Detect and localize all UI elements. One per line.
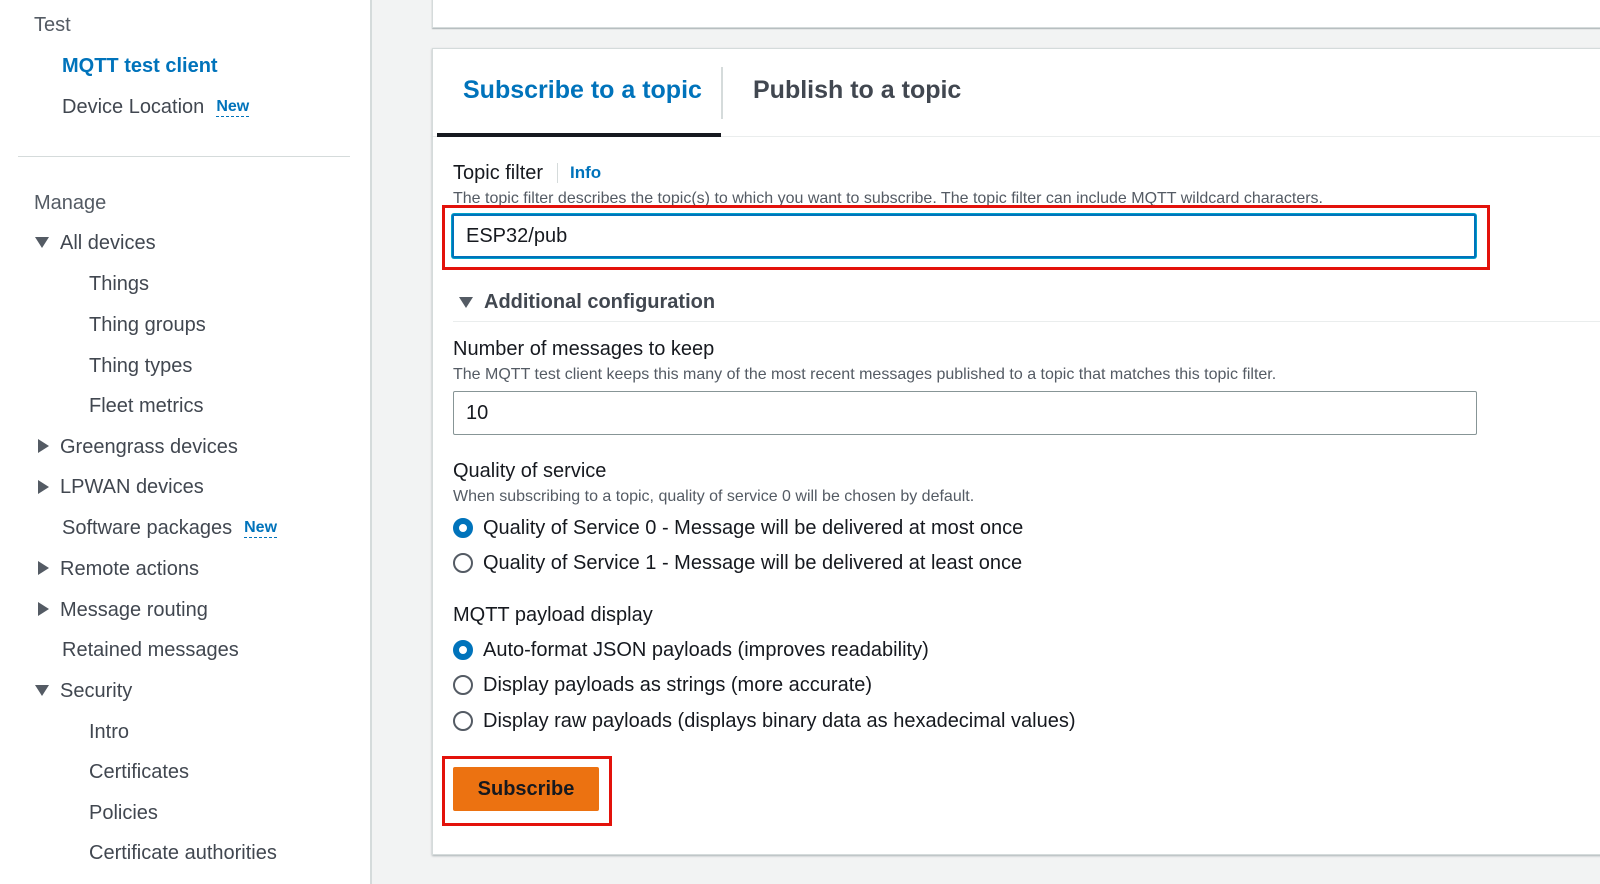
messages-to-keep-description: The MQTT test client keeps this many of …	[453, 366, 1277, 383]
sidebar-item-fleet-metrics[interactable]: Fleet metrics	[89, 394, 203, 418]
new-badge: New	[216, 98, 250, 117]
caret-right-icon[interactable]	[38, 439, 49, 453]
payload-option-json-label: Auto-format JSON payloads (improves read…	[483, 639, 929, 661]
sidebar-item-certificates[interactable]: Certificates	[89, 760, 189, 784]
sidebar-item-things[interactable]: Things	[89, 272, 149, 296]
previous-panel	[432, 0, 1600, 28]
caret-right-icon[interactable]	[38, 480, 49, 494]
qos-option-0-label: Quality of Service 0 - Message will be d…	[483, 517, 1024, 539]
tab-separator	[721, 67, 723, 119]
additional-configuration-toggle[interactable]: Additional configuration	[484, 290, 715, 314]
radio-checked-icon[interactable]	[453, 518, 473, 538]
sidebar-item-mqtt-test-client[interactable]: MQTT test client	[62, 54, 218, 78]
caret-right-icon[interactable]	[38, 602, 49, 616]
subscribe-button[interactable]: Subscribe	[453, 767, 599, 811]
radio-unchecked-icon[interactable]	[453, 711, 473, 731]
sidebar-item-label: Device Location	[62, 96, 205, 118]
new-badge: New	[244, 519, 278, 538]
sidebar-item-certificate-authorities[interactable]: Certificate authorities	[89, 841, 277, 865]
payload-option-strings-label: Display payloads as strings (more accura…	[483, 674, 873, 696]
sidebar-item-thing-groups[interactable]: Thing groups	[89, 313, 206, 337]
subscribe-panel: Subscribe to a topic Publish to a topic …	[432, 48, 1600, 855]
sidebar-item-lpwan-devices[interactable]: LPWAN devices	[60, 475, 204, 499]
qos-description: When subscribing to a topic, quality of …	[453, 488, 975, 505]
sidebar-item-message-routing[interactable]: Message routing	[60, 598, 208, 622]
tab-bar: Subscribe to a topic Publish to a topic	[433, 49, 1600, 137]
topic-filter-info-link[interactable]: Info	[557, 163, 601, 183]
sidebar-item-label: Software packages	[62, 517, 233, 539]
topic-filter-description: The topic filter describes the topic(s) …	[453, 190, 1323, 207]
radio-unchecked-icon[interactable]	[453, 675, 473, 695]
sidebar-item-greengrass-devices[interactable]: Greengrass devices	[60, 435, 238, 459]
sidebar-item-all-devices[interactable]: All devices	[60, 231, 156, 255]
topic-filter-input[interactable]	[452, 214, 1476, 258]
qos-option-1-label: Quality of Service 1 - Message will be d…	[483, 552, 1023, 574]
caret-down-icon[interactable]	[459, 297, 473, 308]
sidebar-item-intro[interactable]: Intro	[89, 720, 129, 744]
qos-label: Quality of service	[453, 460, 607, 482]
sidebar-item-security[interactable]: Security	[60, 679, 132, 703]
tab-subscribe[interactable]: Subscribe to a topic	[463, 75, 702, 105]
tab-publish[interactable]: Publish to a topic	[753, 75, 961, 105]
sidebar-item-retained-messages[interactable]: Retained messages	[62, 638, 239, 662]
payload-option-raw-label: Display raw payloads (displays binary da…	[483, 710, 1076, 732]
caret-right-icon[interactable]	[38, 561, 49, 575]
sidebar: Test MQTT test client Device Location New…	[0, 0, 372, 884]
section-divider	[453, 321, 1600, 322]
topic-filter-label: Topic filter	[453, 162, 544, 184]
messages-to-keep-input[interactable]	[453, 391, 1477, 435]
messages-to-keep-label: Number of messages to keep	[453, 338, 715, 360]
payload-display-label: MQTT payload display	[453, 604, 653, 626]
sidebar-section-manage: Manage	[34, 192, 107, 214]
radio-unchecked-icon[interactable]	[453, 553, 473, 573]
sidebar-item-software-packages[interactable]: Software packages New	[62, 516, 278, 542]
sidebar-divider	[18, 156, 350, 157]
sidebar-item-device-location[interactable]: Device Location New	[62, 95, 250, 121]
radio-checked-icon[interactable]	[453, 640, 473, 660]
caret-down-icon[interactable]	[35, 237, 49, 248]
active-tab-indicator	[437, 133, 721, 137]
sidebar-item-thing-types[interactable]: Thing types	[89, 354, 192, 378]
caret-down-icon[interactable]	[35, 685, 49, 696]
sidebar-section-test: Test	[34, 14, 71, 36]
sidebar-item-remote-actions[interactable]: Remote actions	[60, 557, 199, 581]
sidebar-item-policies[interactable]: Policies	[89, 801, 158, 825]
